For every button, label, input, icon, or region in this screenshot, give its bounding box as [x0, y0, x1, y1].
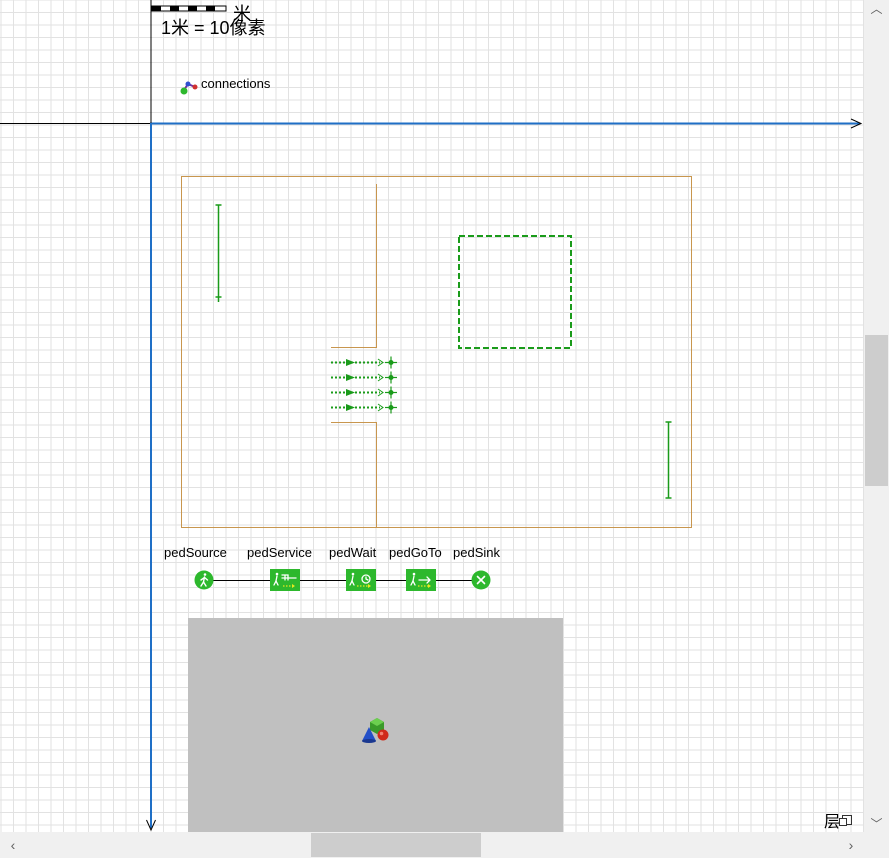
pedGoTo-block[interactable]	[406, 569, 436, 591]
connections-label[interactable]: connections	[201, 76, 271, 91]
x-axis	[0, 118, 863, 129]
pedGoTo-label: pedGoTo	[389, 545, 442, 560]
pedWait-label: pedWait	[329, 545, 377, 560]
walls[interactable]	[181, 176, 692, 528]
target-line-2[interactable]	[665, 421, 672, 499]
layers-label: 层	[824, 814, 841, 831]
pedSink-label: pedSink	[453, 545, 500, 560]
vertical-scroll-thumb[interactable]	[865, 335, 888, 486]
wait-area[interactable]	[458, 235, 572, 349]
scrollbar-corner	[864, 832, 889, 858]
layers-button[interactable]: 层	[824, 808, 853, 832]
pedSource-label: pedSource	[164, 545, 227, 560]
horizontal-scroll-thumb[interactable]	[311, 833, 481, 857]
model-canvas[interactable]: 米 1米 = 10像素 connections pedSource pedSer…	[0, 0, 864, 832]
scroll-right-icon[interactable]: ›	[838, 832, 864, 858]
scroll-up-icon[interactable]: ︿	[864, 0, 889, 17]
vertical-scrollbar[interactable]: ︿ ﹀	[864, 0, 889, 832]
scroll-left-icon[interactable]: ‹	[0, 832, 26, 858]
service-lines[interactable]	[331, 356, 397, 414]
scale-ruler[interactable]	[151, 5, 227, 12]
target-line-1[interactable]	[215, 204, 222, 302]
canvas-svg: 米 1米 = 10像素 connections pedSource pedSer…	[0, 0, 863, 832]
pedService-label: pedService	[247, 545, 312, 560]
scale-label: 1米 = 10像素	[161, 18, 266, 38]
pedWait-block[interactable]	[346, 569, 376, 591]
pedSink-block[interactable]	[471, 570, 491, 590]
pedSource-block[interactable]	[194, 570, 214, 590]
layers-icon	[839, 815, 853, 826]
connections-icon[interactable]	[180, 81, 198, 95]
pedService-block[interactable]	[270, 569, 300, 591]
scroll-down-icon[interactable]: ﹀	[864, 815, 889, 832]
horizontal-scrollbar[interactable]: ‹ ›	[0, 832, 864, 858]
